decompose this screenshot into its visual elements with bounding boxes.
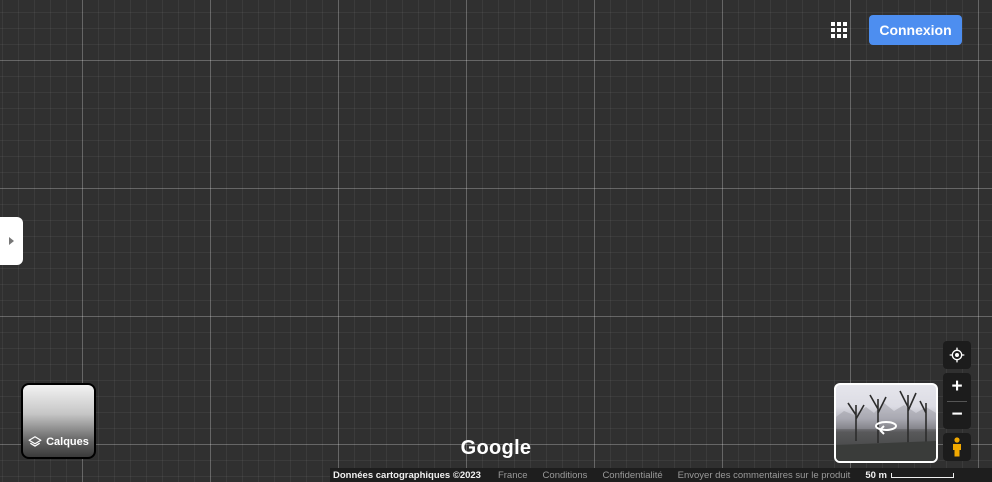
footer-link-country[interactable]: France: [498, 470, 528, 481]
scale-bar[interactable]: 50 m: [865, 470, 954, 481]
map-data-attribution: Données cartographiques ©2023: [333, 469, 481, 481]
zoom-out-button[interactable]: −: [943, 402, 971, 430]
pegman-button[interactable]: [943, 433, 971, 461]
my-location-icon: [949, 347, 965, 363]
scale-line: [890, 472, 954, 478]
footer-link-privacy[interactable]: Confidentialité: [602, 470, 662, 481]
zoom-control: + −: [943, 373, 971, 429]
rotate-360-icon: [875, 421, 897, 435]
apps-dot: [831, 28, 835, 32]
scale-label: 50 m: [865, 469, 887, 481]
apps-dot: [837, 22, 841, 26]
apps-dot: [831, 34, 835, 38]
footer-bar: Données cartographiques ©2023 France Con…: [330, 468, 992, 482]
pegman-icon: [953, 437, 961, 457]
apps-dot: [843, 28, 847, 32]
apps-dot: [831, 22, 835, 26]
apps-dot: [843, 22, 847, 26]
apps-dot: [843, 34, 847, 38]
my-location-button[interactable]: [943, 341, 971, 369]
apps-grid-button[interactable]: [824, 15, 854, 45]
apps-dot: [837, 28, 841, 32]
chevron-right-icon: [9, 237, 14, 245]
footer-link-terms[interactable]: Conditions: [543, 470, 588, 481]
zoom-in-button[interactable]: +: [943, 373, 971, 401]
street-view-thumbnail[interactable]: [834, 383, 938, 463]
side-panel-toggle[interactable]: [0, 217, 23, 265]
footer-link-feedback[interactable]: Envoyer des commentaires sur le produit: [678, 470, 851, 481]
apps-dot: [837, 34, 841, 38]
signin-button[interactable]: Connexion: [869, 15, 962, 45]
